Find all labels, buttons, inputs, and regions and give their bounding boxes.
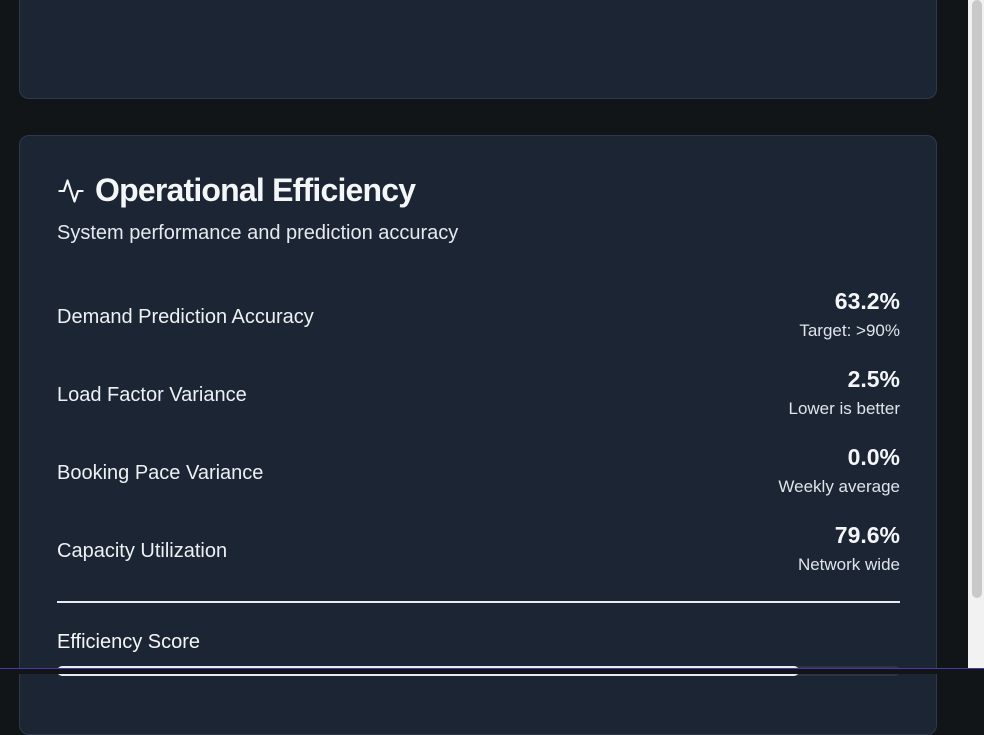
metric-note: Lower is better: [788, 399, 901, 418]
metric-note: Network wide: [797, 555, 900, 574]
metric-row: Load Factor Variance 2.5% Lower is bette…: [57, 366, 900, 426]
metric-value: 2.5%: [847, 366, 900, 392]
card-subtitle: System performance and prediction accura…: [57, 222, 459, 244]
metric-row: Booking Pace Variance 0.0% Weekly averag…: [57, 444, 900, 504]
metric-row: Capacity Utilization 79.6% Network wide: [57, 522, 900, 582]
activity-icon: [58, 178, 84, 203]
metric-row: Demand Prediction Accuracy 63.2% Target:…: [57, 288, 900, 348]
efficiency-score-label: Efficiency Score: [57, 631, 201, 653]
bottom-edge: [0, 668, 984, 674]
metric-label: Load Factor Variance: [57, 384, 247, 406]
card-title-text: Operational Efficiency: [95, 172, 416, 208]
scrollbar[interactable]: [968, 0, 984, 668]
previous-card: [19, 0, 937, 99]
metric-value: 63.2%: [834, 288, 900, 314]
metric-value: 79.6%: [834, 522, 900, 548]
card-title: Operational Efficiency: [57, 172, 416, 209]
divider: [57, 601, 900, 603]
scrollbar-thumb[interactable]: [972, 0, 982, 598]
metric-note: Target: >90%: [799, 321, 900, 340]
metric-value: 0.0%: [847, 444, 900, 470]
metric-label: Capacity Utilization: [57, 540, 228, 562]
metric-label: Booking Pace Variance: [57, 462, 264, 484]
operational-efficiency-card: Operational Efficiency System performanc…: [19, 135, 937, 735]
metric-note: Weekly average: [778, 477, 900, 496]
metric-label: Demand Prediction Accuracy: [57, 306, 314, 328]
